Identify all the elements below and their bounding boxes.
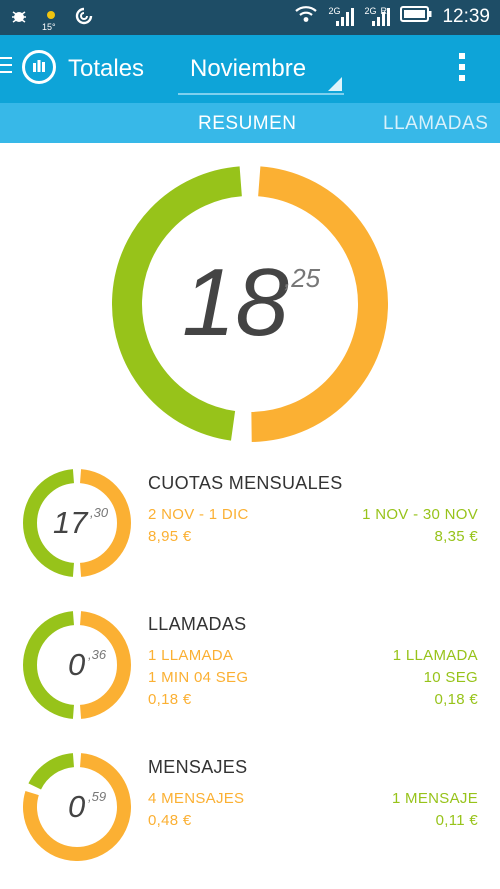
orange-line: 2 NOV - 1 DIC <box>148 506 249 523</box>
dropdown-corner-icon <box>328 77 342 91</box>
app-logo-icon[interactable] <box>22 50 56 84</box>
tab-llamadas[interactable]: LLAMADAS <box>383 113 488 135</box>
green-line: 1 NOV - 30 NOV <box>362 506 478 523</box>
cuotas-value-integer: 17 <box>53 505 88 540</box>
orange-line: 1 MIN 04 SEG <box>148 669 249 686</box>
llamadas-value-integer: 0 <box>68 647 86 682</box>
signal-icon: 2G R <box>364 6 391 28</box>
orange-line: 0,48 € <box>148 812 192 829</box>
tab-resumen[interactable]: RESUMEN <box>198 113 297 135</box>
cuotas-value-decimal: ,30 <box>90 505 109 520</box>
mensajes-value: 0 ,59 <box>23 753 131 861</box>
section-mensajes[interactable]: 0 ,59 MENSAJES 4 MENSAJES 0,48 € 1 MENSA… <box>0 749 500 869</box>
orange-line: 8,95 € <box>148 528 192 545</box>
total-value-decimal: ,25 <box>284 263 321 293</box>
debug-bug-icon <box>10 7 28 30</box>
tab-bar: RESUMEN LLAMADAS <box>0 103 500 143</box>
weather-sun-icon: 15° <box>42 9 60 32</box>
signal-icon: 2G <box>328 6 355 28</box>
mensajes-value-integer: 0 <box>68 789 86 824</box>
total-value: 18 ,25 <box>112 166 388 442</box>
wifi-icon <box>294 5 318 28</box>
clock: 12:39 <box>442 5 490 27</box>
app-bar: Totales Noviembre <box>0 35 500 103</box>
green-line: 0,11 € <box>435 812 478 829</box>
section-llamadas[interactable]: 0 ,36 LLAMADAS 1 LLAMADA 1 MIN 04 SEG 0,… <box>0 606 500 726</box>
battery-icon <box>400 5 432 28</box>
section-cuotas-mensuales[interactable]: 17 ,30 CUOTAS MENSUALES 2 NOV - 1 DIC 8,… <box>0 465 500 585</box>
orange-line: 1 LLAMADA <box>148 647 234 664</box>
sync-icon <box>74 6 94 31</box>
green-line: 1 MENSAJE <box>391 790 478 807</box>
section-title: MENSAJES <box>148 757 248 777</box>
overflow-menu-icon[interactable] <box>452 53 472 85</box>
green-line: 0,18 € <box>434 691 478 708</box>
status-bar: 15° 2G 2G R 12:39 <box>0 0 500 35</box>
orange-line: 0,18 € <box>148 691 192 708</box>
app-title: Totales <box>68 55 145 82</box>
section-title: CUOTAS MENSUALES <box>148 473 343 493</box>
temperature: 15° <box>42 22 56 32</box>
month-selected: Noviembre <box>190 55 307 82</box>
month-dropdown[interactable]: Noviembre <box>178 49 344 95</box>
llamadas-value-decimal: ,36 <box>88 647 107 662</box>
total-value-integer: 18 <box>182 249 289 356</box>
mensajes-value-decimal: ,59 <box>88 789 107 804</box>
orange-line: 4 MENSAJES <box>148 790 245 807</box>
green-line: 1 LLAMADA <box>392 647 478 664</box>
green-line: 8,35 € <box>434 528 478 545</box>
section-title: LLAMADAS <box>148 614 247 634</box>
green-line: 10 SEG <box>423 669 478 686</box>
menu-lines-icon[interactable] <box>0 57 12 78</box>
cuotas-value: 17 ,30 <box>23 469 131 577</box>
llamadas-value: 0 ,36 <box>23 611 131 719</box>
